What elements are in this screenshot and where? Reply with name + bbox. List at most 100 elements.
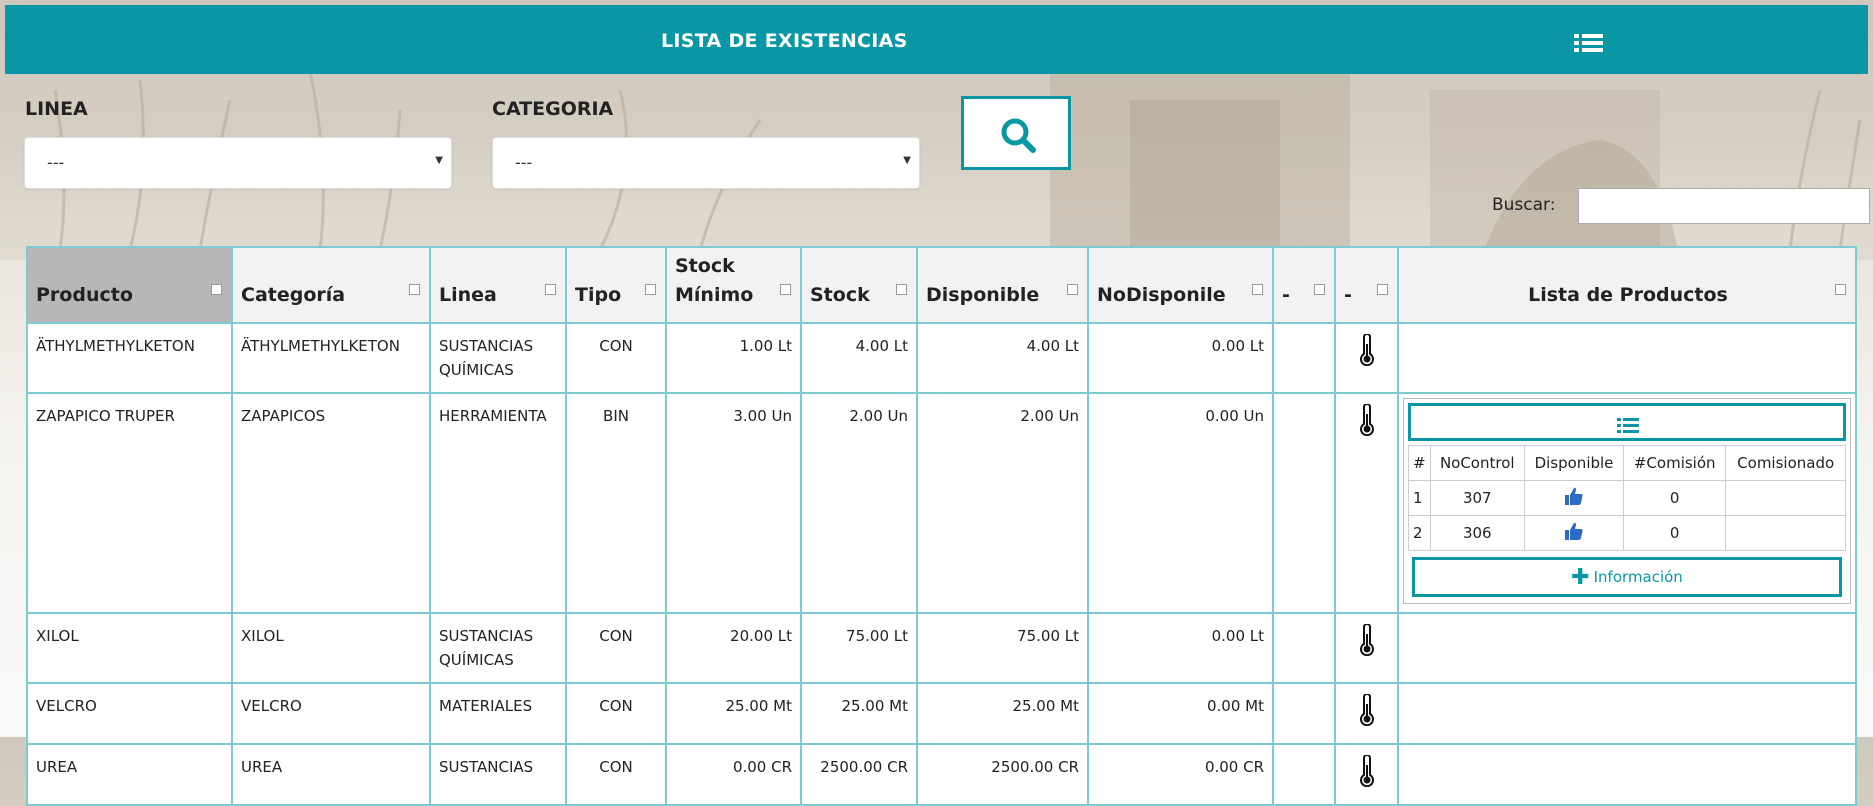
sublist-table: # NoControl Disponible #Comisión Comisio… xyxy=(1408,445,1846,551)
chevron-down-icon: ▼ xyxy=(903,155,911,166)
table-row: ZAPAPICO TRUPER ZAPAPICOS HERRAMIENTA BI… xyxy=(28,394,1855,612)
thumbs-up-icon[interactable] xyxy=(1564,486,1584,506)
cell-linea: MATERIALES xyxy=(431,684,565,743)
col-dash-1[interactable]: - xyxy=(1274,248,1334,322)
cell-thermometer xyxy=(1336,684,1397,743)
col-lista-productos[interactable]: Lista de Productos xyxy=(1399,248,1855,322)
sublist-col-comisionado: Comisionado xyxy=(1725,445,1846,481)
sort-icon xyxy=(1835,284,1846,295)
cell-stock: 25.00 Mt xyxy=(802,684,916,743)
col-label: Lista de Productos xyxy=(1528,284,1728,306)
cell-lista xyxy=(1399,324,1855,392)
linea-label: LINEA xyxy=(25,98,88,120)
col-categoria[interactable]: Categoría xyxy=(233,248,429,322)
col-label: Disponible xyxy=(926,284,1040,306)
sublist-cell-disponible xyxy=(1523,515,1625,551)
buscar-input[interactable] xyxy=(1578,188,1870,224)
sublist-cell-comisionado xyxy=(1725,515,1846,551)
col-linea[interactable]: Linea xyxy=(431,248,565,322)
cell-empty xyxy=(1274,394,1334,612)
categoria-select-value: --- xyxy=(515,153,533,172)
search-icon xyxy=(1001,118,1036,153)
sort-icon xyxy=(409,284,420,295)
col-label: Stock Mínimo xyxy=(675,255,754,306)
categoria-select[interactable]: --- ▼ xyxy=(492,137,920,189)
list-icon[interactable] xyxy=(1574,33,1603,57)
thermometer-icon xyxy=(1359,755,1374,787)
cell-tipo: CON xyxy=(567,745,665,804)
table-row: ÄTHYLMETHYLKETON ÄTHYLMETHYLKETON SUSTAN… xyxy=(28,324,1855,392)
col-label: - xyxy=(1282,284,1290,306)
col-tipo[interactable]: Tipo xyxy=(567,248,665,322)
sublist-col-nocontrol: NoControl xyxy=(1429,445,1525,481)
sort-icon xyxy=(896,284,907,295)
sort-icon xyxy=(1377,284,1388,295)
cell-categoria: ZAPAPICOS xyxy=(233,394,429,612)
sort-icon xyxy=(1314,284,1325,295)
col-producto[interactable]: Producto xyxy=(28,248,231,322)
cell-nodisponible: 0.00 Lt xyxy=(1089,324,1272,392)
cell-disponible: 4.00 Lt xyxy=(918,324,1087,392)
col-label: NoDisponile xyxy=(1097,284,1226,306)
col-stock-minimo[interactable]: Stock Mínimo xyxy=(667,248,800,322)
cell-thermometer xyxy=(1336,745,1397,804)
cell-disponible: 75.00 Lt xyxy=(918,614,1087,682)
sublist-toggle-button[interactable] xyxy=(1408,403,1846,441)
thermometer-icon xyxy=(1359,404,1374,436)
col-disponible[interactable]: Disponible xyxy=(918,248,1087,322)
cell-thermometer xyxy=(1336,324,1397,392)
search-button[interactable] xyxy=(961,96,1071,170)
sort-icon xyxy=(1067,284,1078,295)
sublist-cell-n: 2 xyxy=(1408,515,1431,551)
col-nodisponible[interactable]: NoDisponile xyxy=(1089,248,1272,322)
cell-producto: ZAPAPICO TRUPER xyxy=(28,394,231,612)
plus-icon: ✚ xyxy=(1571,565,1590,590)
categoria-label: CATEGORIA xyxy=(492,98,614,120)
cell-lista xyxy=(1399,614,1855,682)
sublist-col-n: # xyxy=(1408,445,1431,481)
cell-empty xyxy=(1274,614,1334,682)
product-sublist: # NoControl Disponible #Comisión Comisio… xyxy=(1403,398,1851,604)
cell-producto: ÄTHYLMETHYLKETON xyxy=(28,324,231,392)
thumbs-up-icon[interactable] xyxy=(1564,521,1584,541)
cell-empty xyxy=(1274,684,1334,743)
sort-icon xyxy=(645,284,656,295)
informacion-label: Información xyxy=(1593,568,1683,586)
col-label: - xyxy=(1344,284,1352,306)
sublist-row: 2 306 0 xyxy=(1408,515,1846,551)
cell-tipo: CON xyxy=(567,324,665,392)
cell-stock-minimo: 0.00 CR xyxy=(667,745,800,804)
sort-icon xyxy=(780,284,791,295)
sublist-col-comision: #Comisión xyxy=(1623,445,1727,481)
list-icon xyxy=(1617,418,1639,433)
cell-stock: 4.00 Lt xyxy=(802,324,916,392)
linea-select[interactable]: --- ▼ xyxy=(24,137,452,189)
cell-nodisponible: 0.00 Un xyxy=(1089,394,1272,612)
informacion-button[interactable]: ✚ Información xyxy=(1412,557,1842,597)
cell-categoria: UREA xyxy=(233,745,429,804)
buscar-label: Buscar: xyxy=(1492,195,1556,215)
cell-producto: XILOL xyxy=(28,614,231,682)
sublist-cell-comision: 0 xyxy=(1623,480,1727,516)
cell-nodisponible: 0.00 Lt xyxy=(1089,614,1272,682)
cell-linea: SUSTANCIAS QUÍMICAS xyxy=(431,324,565,392)
cell-categoria: VELCRO xyxy=(233,684,429,743)
cell-nodisponible: 0.00 Mt xyxy=(1089,684,1272,743)
col-stock[interactable]: Stock xyxy=(802,248,916,322)
cell-stock: 2500.00 CR xyxy=(802,745,916,804)
cell-lista: # NoControl Disponible #Comisión Comisio… xyxy=(1399,394,1855,612)
col-dash-2[interactable]: - xyxy=(1336,248,1397,322)
cell-tipo: CON xyxy=(567,614,665,682)
sublist-cell-disponible xyxy=(1523,480,1625,516)
sublist-row: 1 307 0 xyxy=(1408,480,1846,516)
col-label: Linea xyxy=(439,284,497,306)
sort-icon xyxy=(211,284,222,295)
cell-stock: 75.00 Lt xyxy=(802,614,916,682)
cell-thermometer xyxy=(1336,394,1397,612)
cell-linea: SUSTANCIAS xyxy=(431,745,565,804)
table-row: XILOL XILOL SUSTANCIAS QUÍMICAS CON 20.0… xyxy=(28,614,1855,682)
thermometer-icon xyxy=(1359,694,1374,726)
sort-icon xyxy=(545,284,556,295)
cell-disponible: 25.00 Mt xyxy=(918,684,1087,743)
cell-stock-minimo: 25.00 Mt xyxy=(667,684,800,743)
